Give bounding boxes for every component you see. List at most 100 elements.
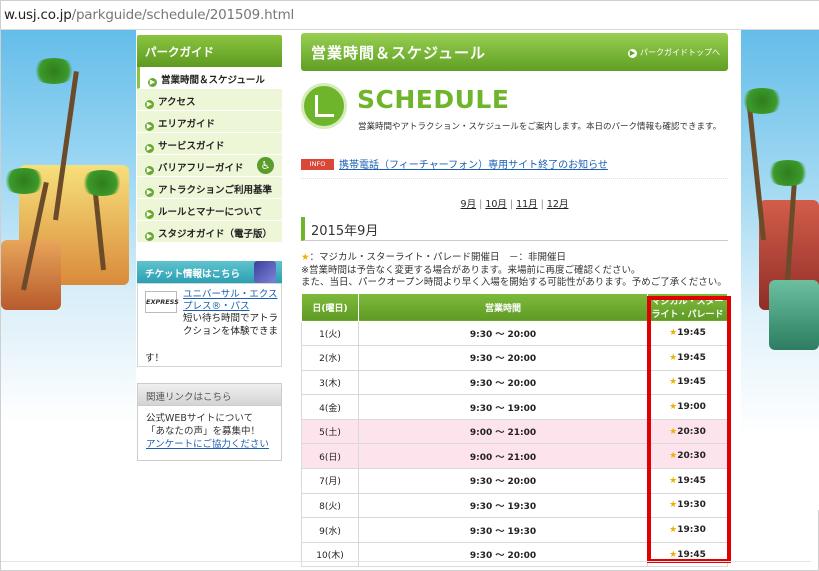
- arrow-icon: ▶: [148, 78, 157, 87]
- express-pass-link[interactable]: ユニバーサル・エクスプレス®・パス: [183, 289, 278, 313]
- ticket-header-label: チケット情報はこちら: [145, 269, 241, 280]
- table-cell-day: 2(水): [301, 345, 359, 371]
- arrow-icon: ▶: [628, 49, 637, 58]
- star-icon: ★: [669, 451, 678, 462]
- sidebar-item-attraction-rules[interactable]: ▶ アトラクションご利用基準: [137, 177, 282, 199]
- express-pass-description: 短い待ち時間でアトラクションを体験できま: [183, 313, 279, 337]
- column-header-hours: 営業時間: [358, 292, 648, 322]
- table-cell-parade: ★19:30: [647, 517, 728, 543]
- ticket-header[interactable]: チケット情報はこちら: [137, 261, 282, 283]
- palm-leaves: [765, 160, 811, 186]
- sidebar-item-access[interactable]: ▶ アクセス: [137, 89, 282, 111]
- arrow-icon: ▶: [145, 188, 154, 197]
- legend-line: ※営業時間は予告なく変更する場合があります。来場前に再度ご確認ください。: [301, 264, 641, 276]
- parade-time: 19:30: [677, 500, 706, 511]
- sidebar-item-label: サービスガイド: [158, 141, 225, 152]
- sidebar-item-label: ルールとマナーについて: [158, 207, 263, 218]
- sidebar-header: パークガイド: [137, 35, 282, 67]
- parade-time: 19:45: [677, 328, 706, 339]
- sidebar-item-manners[interactable]: ▶ ルールとマナーについて: [137, 199, 282, 221]
- month-title: 2015年9月: [301, 217, 728, 241]
- sidebar: パークガイド ▶ 営業時間＆スケジュール ▶ アクセス ▶ エリアガイド ▶ サービスガ…: [137, 35, 282, 461]
- related-links-line: 「あなたの声」を募集中！: [146, 426, 261, 437]
- sidebar-item-label: 営業時間＆スケジュール: [161, 75, 265, 86]
- separator: |: [509, 199, 514, 210]
- table-cell-parade: ★19:45: [647, 468, 728, 494]
- clock-hands: [315, 95, 334, 117]
- star-icon: ★: [669, 352, 678, 363]
- arrow-icon: ▶: [145, 100, 154, 109]
- related-links-line: 公式WEBサイトについて: [146, 413, 254, 424]
- parade-time: 19:45: [677, 549, 706, 560]
- table-cell-day: 8(火): [301, 492, 359, 519]
- info-badge: INFO: [301, 159, 334, 170]
- related-links-box: 公式WEBサイトについて 「あなたの声」を募集中！ アンケートにご協力ください: [137, 405, 282, 461]
- table-cell-hours: 9:30 〜 19:30: [358, 492, 648, 519]
- schedule-legend: ★：マジカル・スターライト・パレード開催日 －：非開催日 ※営業時間は予告なく変…: [301, 252, 728, 290]
- page-title: 営業時間＆スケジュール: [311, 44, 486, 62]
- table-cell-day: 7(月): [301, 468, 359, 494]
- table-cell-parade: ★20:30: [647, 443, 728, 470]
- parade-time: 19:00: [677, 402, 706, 413]
- schedule-title: SCHEDULE: [357, 85, 510, 114]
- info-notice: INFO 携帯電話（フィーチャーフォン）専用サイト終了のお知らせ: [301, 155, 728, 179]
- table-cell-parade: ★19:30: [647, 492, 728, 519]
- schedule-table-body: 1(火) 9:30 〜 20:00 ★19:45 2(水) 9:30 〜 20:00 ★1…: [301, 320, 728, 568]
- related-links-header: 関連リンクはこちら: [137, 383, 282, 405]
- month-link-october[interactable]: 10月: [485, 199, 507, 210]
- main-content: 営業時間＆スケジュール ▶ パークガイドトップへ SCHEDULE 営業時間やアト…: [301, 33, 728, 568]
- table-cell-day: 1(火): [301, 320, 359, 347]
- page-title-bar: 営業時間＆スケジュール ▶ パークガイドトップへ: [301, 33, 728, 71]
- column-header-parade: マジカル・スターライト・パレード: [647, 292, 728, 322]
- table-cell-hours: 9:30 〜 19:30: [358, 517, 648, 543]
- survey-link[interactable]: アンケートにご協力ください: [146, 438, 273, 451]
- wheelchair-icon: ♿: [257, 157, 274, 174]
- sidebar-item-label: エリアガイド: [158, 119, 216, 130]
- park-guide-top-link[interactable]: ▶ パークガイドトップへ: [628, 47, 720, 58]
- palm-leaves: [79, 170, 125, 196]
- table-cell-hours: 9:00 〜 21:00: [358, 443, 648, 470]
- sidebar-item-schedule[interactable]: ▶ 営業時間＆スケジュール: [137, 67, 282, 89]
- ticket-box: EXPRESS ユニバーサル・エクスプレス®・パス 短い待ち時間でアトラクション…: [137, 283, 282, 367]
- address-bar[interactable]: w.usj.co.jp/parkguide/schedule/201509.ht…: [1, 1, 819, 30]
- separator: |: [540, 199, 544, 210]
- schedule-table: 日(曜日) 営業時間 マジカル・スターライト・パレード 1(火) 9:30 〜 2…: [301, 292, 728, 568]
- sidebar-item-barrier-free[interactable]: ▶ バリアフリーガイド ♿: [137, 155, 282, 177]
- table-row: 4(金) 9:30 〜 19:00 ★19:00: [301, 394, 728, 420]
- sidebar-item-studio-guide[interactable]: ▶ スタジオガイド（電子版）: [137, 221, 282, 243]
- sidebar-item-area-guide[interactable]: ▶ エリアガイド: [137, 111, 282, 133]
- table-row: 5(土) 9:00 〜 21:00 ★20:30: [301, 418, 728, 445]
- scenery-left: [1, 30, 136, 510]
- table-cell-parade: ★19:00: [647, 394, 728, 420]
- table-cell-day: 3(木): [301, 369, 359, 396]
- legend-line: ★：マジカル・スターライト・パレード開催日 －：非開催日: [301, 252, 728, 265]
- star-icon: ★: [669, 426, 678, 437]
- table-cell-parade: ★19:45: [647, 369, 728, 396]
- palm-leaves: [1, 168, 47, 194]
- table-cell-hours: 9:30 〜 20:00: [358, 369, 648, 396]
- legend-text: ：マジカル・スターライト・パレード開催日 －：非開催日: [309, 252, 567, 263]
- table-cell-hours: 9:30 〜 19:00: [358, 394, 648, 420]
- park-guide-top-label: パークガイドトップへ: [640, 48, 720, 57]
- table-cell-day: 6(日): [301, 443, 359, 470]
- parade-time: 20:30: [677, 426, 706, 437]
- arrow-icon: ▶: [145, 210, 154, 219]
- table-row: 8(火) 9:30 〜 19:30 ★19:30: [301, 492, 728, 519]
- sidebar-item-service-guide[interactable]: ▶ サービスガイド: [137, 133, 282, 155]
- arrow-icon: ▶: [145, 122, 154, 131]
- express-pass-logo[interactable]: EXPRESS: [145, 291, 179, 313]
- url-path: /parkguide/schedule/201509.html: [71, 7, 295, 23]
- building-decoration: [769, 280, 819, 350]
- arrow-icon: ▶: [145, 166, 154, 175]
- legend-line: また、当日、パークオープン時間より早く入場を開始する可能性があります。予めご了承…: [301, 277, 727, 288]
- month-link-september[interactable]: 9月: [461, 199, 477, 210]
- star-icon: ★: [669, 500, 678, 511]
- month-link-november[interactable]: 11月: [516, 199, 538, 210]
- table-row: 10(木) 9:30 〜 20:00 ★19:45: [301, 541, 728, 568]
- feature-phone-notice-link[interactable]: 携帯電話（フィーチャーフォン）専用サイト終了のお知らせ: [339, 156, 608, 171]
- month-link-december[interactable]: 12月: [547, 199, 569, 210]
- schedule-header: SCHEDULE 営業時間やアトラクション・スケジュールをご案内します。本日のパ…: [301, 71, 728, 147]
- star-icon: ★: [669, 475, 678, 486]
- table-cell-parade: ★19:45: [647, 541, 728, 568]
- star-icon: ★: [669, 328, 678, 339]
